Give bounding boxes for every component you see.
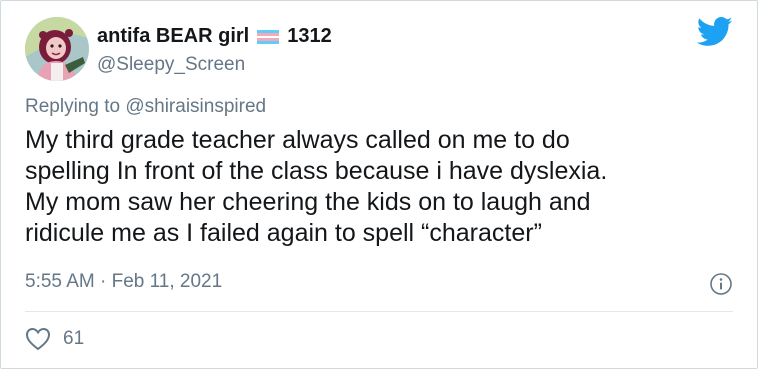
tweet-text-line: My third grade teacher always called on …: [25, 126, 570, 154]
tweet-text-line: spelling In front of the class because i…: [25, 157, 608, 185]
info-icon[interactable]: [709, 272, 733, 296]
heart-icon: [25, 327, 51, 351]
replying-to: Replying to @shiraisinspired: [25, 96, 266, 118]
timestamp-separator: ·: [100, 271, 107, 292]
tweet-time: 5:55 AM: [25, 271, 95, 292]
divider: [25, 311, 733, 312]
reply-handle-link[interactable]: @shiraisinspired: [125, 96, 266, 117]
display-name-suffix: 1312: [287, 25, 332, 47]
replying-to-label: Replying to: [25, 96, 126, 117]
avatar-illustration-icon: [25, 17, 89, 81]
tweet-timestamp[interactable]: 5:55 AM · Feb 11, 2021: [25, 271, 222, 293]
tweet-text-line: ridicule me as I failed again to spell “…: [25, 219, 542, 247]
tweet-date: Feb 11, 2021: [111, 271, 223, 292]
tweet-card: antifa BEAR girl 1312 @Sleepy_Screen Rep…: [0, 0, 758, 369]
like-button[interactable]: 61: [25, 327, 84, 351]
twitter-bird-icon[interactable]: [697, 17, 733, 47]
transgender-flag-icon: [257, 29, 280, 44]
avatar[interactable]: [25, 17, 89, 81]
user-handle[interactable]: @Sleepy_Screen: [97, 54, 245, 76]
tweet-text-line: My mom saw her cheering the kids on to l…: [25, 188, 591, 216]
display-name[interactable]: antifa BEAR girl: [97, 25, 249, 48]
like-count: 61: [63, 328, 85, 349]
name-row: antifa BEAR girl 1312: [97, 25, 332, 48]
tweet-text: My third grade teacher always called on …: [25, 125, 737, 249]
